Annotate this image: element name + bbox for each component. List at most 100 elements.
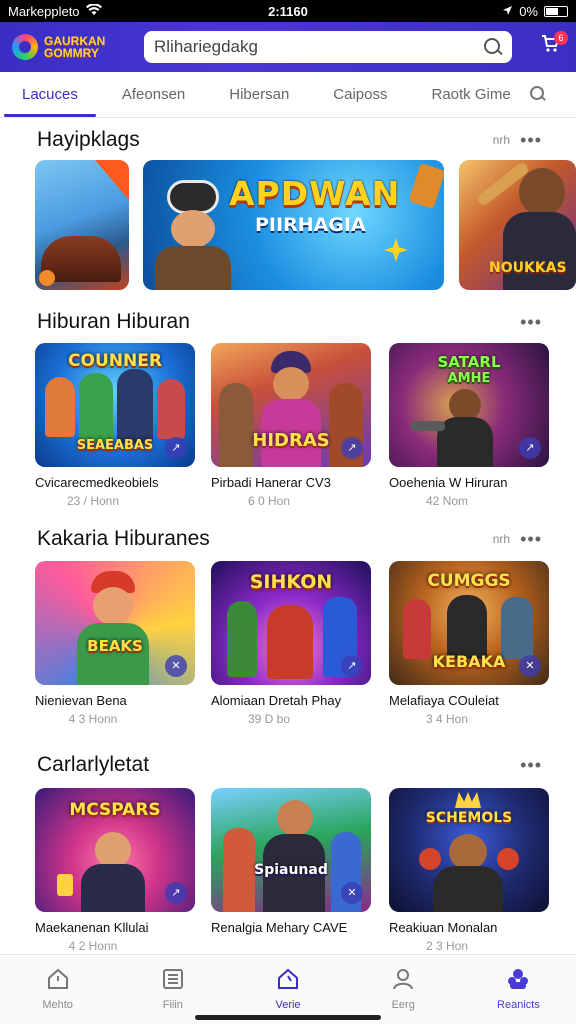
tab-search-icon[interactable] [530, 86, 546, 102]
section-title: Hayipklags [37, 128, 140, 151]
nav-item-mehto[interactable]: Mehto [0, 955, 115, 1024]
nav-label: Fiiin [162, 999, 183, 1011]
status-bar: Markeppleto 2:1160 0% [0, 0, 576, 22]
featured-banner-2[interactable]: APDWAN PIIRHAGIA [143, 160, 444, 290]
featured-banner-3[interactable]: NOUKKAS [459, 160, 576, 290]
carrier-label: Markeppleto [8, 3, 80, 19]
section-title: Kakaria Hiburanes [37, 527, 210, 550]
featured-carousel[interactable]: APDWAN PIIRHAGIA NOUKKAS [0, 160, 576, 290]
section-more-label[interactable]: nrh [493, 532, 510, 546]
more-options-icon[interactable]: ••• [520, 131, 542, 149]
game-thumbnail[interactable]: BEAKS ✕ [35, 561, 195, 685]
game-meta: 4 3 Honn [68, 712, 118, 726]
thumb-title: MCSPARS [69, 800, 161, 820]
section-more-label[interactable]: nrh [493, 133, 510, 147]
cart-badge: 6 [554, 31, 568, 45]
home-indicator[interactable] [195, 1015, 381, 1020]
game-thumbnail[interactable]: CUMGGS KEBAKA ✕ [389, 561, 549, 685]
search-icon[interactable] [484, 38, 502, 56]
compass-icon [278, 968, 298, 989]
more-options-icon[interactable]: ••• [520, 313, 542, 331]
section-carlarlyletat: Carlarlyletat ••• [0, 753, 576, 777]
game-card[interactable]: SIHKON ↗ Alomiaan Dretah Phay 39 D bo [211, 561, 371, 726]
nav-item-eerg[interactable]: Eerg [346, 955, 461, 1024]
game-thumbnail[interactable]: Spiaunad ✕ [211, 788, 371, 912]
game-row-kakaria: BEAKS ✕ Nienievan Bena 4 3 Honn SIHKON ↗… [0, 561, 576, 731]
cart-button[interactable]: 6 [536, 31, 568, 61]
section-featured: Hayipklags nrh ••• [0, 128, 576, 152]
game-title: Nienievan Bena [35, 693, 127, 708]
nav-label: Mehto [42, 999, 73, 1011]
tab-caiposs[interactable]: Caiposs [333, 72, 387, 117]
logo-line-2: GOMMRY [44, 46, 99, 60]
tab-raotk-gime[interactable]: Raotk Gime [432, 72, 511, 117]
play-badge-icon[interactable]: ↗ [165, 437, 187, 459]
game-card[interactable]: CUMGGS KEBAKA ✕ Melafiaya COuleiat 3 4 H… [389, 561, 549, 726]
play-badge-icon[interactable]: ↗ [519, 437, 541, 459]
thumb-title: SCHEMOLS [425, 810, 513, 826]
play-badge-icon[interactable]: ✕ [519, 655, 541, 677]
game-card[interactable]: BEAKS ✕ Nienievan Bena 4 3 Honn [35, 561, 195, 726]
more-options-icon[interactable]: ••• [520, 530, 542, 548]
game-thumbnail[interactable]: COUNNER SEAEABAS ↗ [35, 343, 195, 467]
game-row-carlarlyletat: MCSPARS ↗ Maekanenan Kllulai 4 2 Honn Sp… [0, 788, 576, 954]
main-content[interactable]: Hayipklags nrh ••• APDWAN PIIRHAGIA NOUK… [0, 118, 576, 954]
game-thumbnail[interactable]: SATARL AMHE ↗ [389, 343, 549, 467]
game-title: Ooehenia W Hiruran [389, 475, 508, 490]
section-title: Carlarlyletat [37, 753, 150, 776]
game-title: Cvicarecmedkeobiels [35, 475, 159, 490]
game-title: Pirbadi Hanerar CV3 [211, 475, 331, 490]
section-hiburan: Hiburan Hiburan ••• [0, 310, 576, 334]
app-header: GAURKAN GOMMRY 6 [0, 22, 576, 72]
home-icon [47, 968, 68, 989]
game-title: Renalgia Mehary CAVE [211, 920, 348, 935]
game-title: Melafiaya COuleiat [389, 693, 499, 708]
more-options-icon[interactable]: ••• [520, 756, 542, 774]
tab-lacuces[interactable]: Lacuces [4, 72, 96, 117]
search-bar[interactable] [144, 31, 512, 63]
banner-subtitle: PIIRHAGIA [255, 214, 366, 236]
play-badge-icon[interactable]: ✕ [165, 655, 187, 677]
thumb-title: Spiaunad [254, 862, 328, 878]
game-row-hiburan: COUNNER SEAEABAS ↗ Cvicarecmedkeobiels 2… [0, 343, 576, 513]
game-card[interactable]: COUNNER SEAEABAS ↗ Cvicarecmedkeobiels 2… [35, 343, 195, 508]
tab-afeonsen[interactable]: Afeonsen [122, 72, 185, 117]
tab-hibersan[interactable]: Hibersan [229, 72, 289, 117]
play-badge-icon[interactable]: ✕ [341, 882, 363, 904]
featured-banner-1[interactable] [35, 160, 129, 290]
play-badge-icon[interactable]: ↗ [341, 655, 363, 677]
ball-icon [39, 270, 55, 286]
game-thumbnail[interactable]: SCHEMOLS [389, 788, 549, 912]
list-icon [162, 969, 183, 989]
crown-icon [455, 792, 481, 808]
search-input[interactable] [154, 37, 484, 57]
game-meta: 3 4 Hon [425, 712, 469, 726]
nav-item-verie[interactable]: Verie [230, 955, 345, 1024]
banner-title: NOUKKAS [489, 260, 567, 276]
game-card[interactable]: HIDRAS ↗ Pirbadi Hanerar CV3 6 0 Hon [211, 343, 371, 508]
character-figure [149, 174, 237, 290]
app-logo[interactable]: GAURKAN GOMMRY [12, 34, 132, 60]
game-card[interactable]: Spiaunad ✕ Renalgia Mehary CAVE [211, 788, 371, 939]
game-thumbnail[interactable]: MCSPARS ↗ [35, 788, 195, 912]
game-card[interactable]: MCSPARS ↗ Maekanenan Kllulai 4 2 Honn [35, 788, 195, 953]
nav-item-reanicts[interactable]: Reanicts [461, 955, 576, 1024]
game-meta: 6 0 Hon [247, 494, 291, 508]
wifi-icon [85, 2, 102, 19]
section-title: Hiburan Hiburan [37, 310, 190, 333]
nav-label: Eerg [391, 999, 415, 1011]
game-meta: 42 Nom [425, 494, 469, 508]
game-card[interactable]: SCHEMOLS Reakiuan Monalan 2 3 Hon [389, 788, 549, 953]
game-meta: 39 D bo [247, 712, 291, 726]
nav-item-fiiin[interactable]: Fiiin [115, 955, 230, 1024]
game-meta: 23 / Honn [66, 494, 120, 508]
play-badge-icon[interactable]: ↗ [165, 882, 187, 904]
game-card[interactable]: SATARL AMHE ↗ Ooehenia W Hiruran 42 Nom [389, 343, 549, 508]
game-thumbnail[interactable]: HIDRAS ↗ [211, 343, 371, 467]
game-title: Alomiaan Dretah Phay [211, 693, 342, 708]
thumb-title: SIHKON [249, 571, 333, 593]
play-badge-icon[interactable]: ↗ [341, 437, 363, 459]
sale-ribbon [95, 160, 129, 200]
game-thumbnail[interactable]: SIHKON ↗ [211, 561, 371, 685]
nav-label: Reanicts [497, 999, 540, 1011]
